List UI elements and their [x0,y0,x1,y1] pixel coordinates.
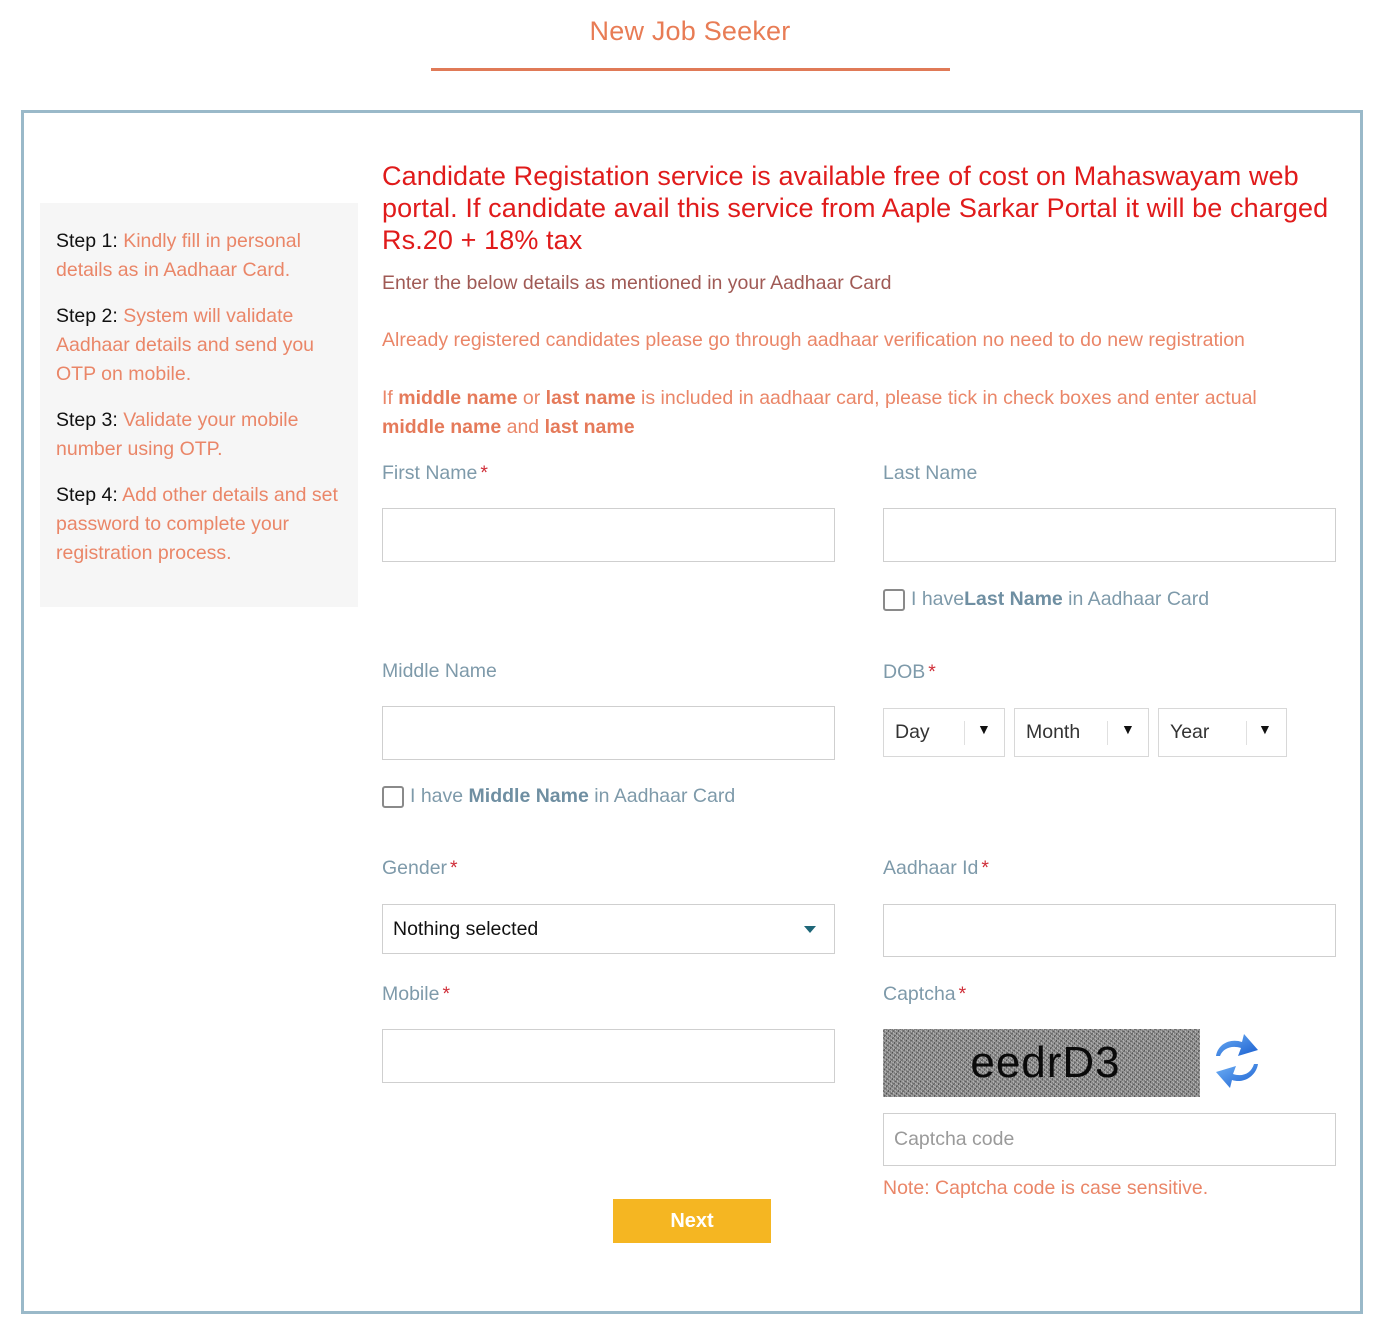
note-text: or [517,387,546,409]
check-label: I have Middle Name in Aadhaar Card [410,785,735,808]
middle-name-checkbox[interactable] [382,785,404,808]
captcha-image: eedrD3 [883,1029,1200,1097]
middle-name-checkbox-row[interactable]: I have Middle Name in Aadhaar Card [382,785,735,808]
check-prefix: I have [911,588,965,610]
step-label: Step 3: [56,409,118,431]
captcha-code-input[interactable] [883,1113,1336,1166]
select-value: Month [1026,721,1081,743]
required-mark: * [958,983,967,1005]
select-divider [964,721,965,745]
step-label: Step 2: [56,305,118,327]
note-text: is included in aadhaar card, please tick… [635,387,1257,409]
last-name-label: Last Name [883,462,978,484]
last-name-checkbox-row[interactable]: I haveLast Name in Aadhaar Card [883,588,1209,611]
aadhaar-id-input[interactable] [883,904,1336,957]
check-label: I haveLast Name in Aadhaar Card [911,588,1209,611]
select-divider [1107,721,1108,745]
next-button[interactable]: Next [613,1199,771,1243]
refresh-captcha-icon[interactable] [1210,1030,1264,1092]
step-4: Step 4: Add other details and set passwo… [56,481,344,568]
check-bold: Middle Name [468,785,589,807]
label-text: Mobile [382,983,440,1005]
dropdown-arrow-icon: ▼ [1258,721,1272,737]
select-value: Nothing selected [393,917,539,940]
dropdown-arrow-icon: ▼ [977,721,991,737]
aadhaar-id-label: Aadhaar Id * [883,857,989,880]
check-prefix: I have [410,785,469,807]
select-value: Day [895,721,930,743]
title-underline [431,68,950,71]
dropdown-arrow-icon: ▼ [1121,721,1135,737]
dob-year-select[interactable]: Year ▼ [1158,708,1287,757]
note-text: If [382,387,399,409]
label-text: First Name [382,462,478,484]
fee-warning: Candidate Registation service is availab… [382,161,1329,255]
label-text: Gender [382,857,448,879]
label-text: DOB [883,661,926,683]
check-suffix: in Aadhaar Card [588,785,736,807]
required-mark: * [450,857,458,879]
dob-day-select[interactable]: Day ▼ [883,708,1005,757]
captcha-label: Captcha * [883,983,966,1006]
check-bold: Last Name [964,588,1063,610]
name-instruction-note: If middle name or last name is included … [382,384,1322,442]
last-name-checkbox[interactable] [883,588,905,611]
gender-label: Gender * [382,857,458,880]
required-mark: * [480,462,488,484]
caret-down-icon [804,926,816,933]
captcha-image-text: eedrD3 [970,1038,1121,1087]
note-text: and [501,416,545,438]
required-mark: * [928,661,936,683]
mobile-label: Mobile * [382,983,450,1006]
first-name-label: First Name * [382,462,488,485]
required-mark: * [442,983,451,1005]
step-label: Step 1: [56,230,118,252]
select-divider [1246,721,1247,745]
dob-label: DOB * [883,661,936,684]
label-text: Captcha [883,983,956,1005]
required-mark: * [981,857,989,879]
last-name-input[interactable] [883,508,1336,562]
note-bold: middle name [398,387,518,409]
step-label: Step 4: [56,484,118,506]
gender-select[interactable]: Nothing selected [382,904,835,954]
label-text: Aadhaar Id [883,857,979,879]
intro-text: Enter the below details as mentioned in … [382,272,892,294]
captcha-note: Note: Captcha code is case sensitive. [883,1177,1209,1199]
middle-name-label: Middle Name [382,660,497,682]
step-2: Step 2: System will validate Aadhaar det… [56,302,344,389]
check-suffix: in Aadhaar Card [1062,588,1210,610]
steps-sidebar: Step 1: Kindly fill in personal details … [40,203,358,607]
step-3: Step 3: Validate your mobile number usin… [56,406,344,464]
first-name-input[interactable] [382,508,835,562]
note-bold: last name [544,416,635,438]
already-registered-note: Already registered candidates please go … [382,329,1245,351]
note-bold: last name [545,387,636,409]
page-title: New Job Seeker [589,16,791,46]
note-bold: middle name [382,416,502,438]
select-value: Year [1170,721,1210,743]
mobile-input[interactable] [382,1029,835,1083]
step-1: Step 1: Kindly fill in personal details … [56,227,344,285]
middle-name-input[interactable] [382,706,835,760]
dob-month-select[interactable]: Month ▼ [1014,708,1149,757]
